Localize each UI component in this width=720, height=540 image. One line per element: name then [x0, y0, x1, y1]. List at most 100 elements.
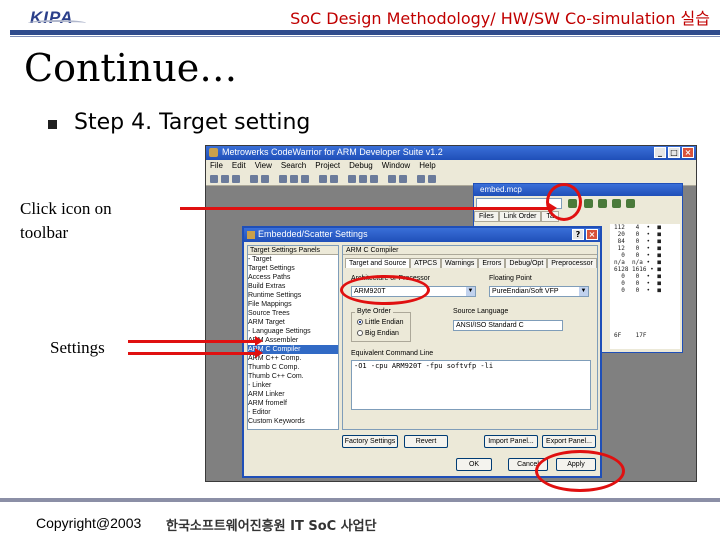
header-rule-thick [10, 30, 720, 35]
ok-button[interactable]: OK [456, 458, 492, 471]
maximize-icon[interactable]: □ [668, 147, 680, 158]
tree-item-arm-target[interactable]: ARM Target [248, 318, 338, 327]
project-status: 6F 17F [614, 332, 647, 339]
tree-item-thumb-cpp-compiler[interactable]: Thumb C++ Com. [248, 372, 338, 381]
close-icon[interactable]: × [586, 229, 598, 240]
byte-order-label: Byte Order [355, 308, 393, 315]
replace-icon[interactable] [330, 175, 338, 183]
export-panel-button[interactable]: Export Panel... [542, 435, 596, 448]
menu-help[interactable]: Help [419, 160, 435, 172]
tree-item-arm-fromelf[interactable]: ARM fromelf [248, 399, 338, 408]
sync-icon[interactable] [584, 199, 593, 208]
factory-settings-button[interactable]: Factory Settings [342, 435, 398, 448]
settings-note: Settings [50, 338, 105, 357]
chevron-down-icon: ▼ [579, 287, 588, 296]
settings-dialog-title: Embedded/Scatter Settings [258, 229, 368, 239]
tree-item-arm-linker[interactable]: ARM Linker [248, 390, 338, 399]
list-item[interactable]: n/a n/a • ■ [610, 259, 680, 266]
build-icon[interactable] [370, 175, 378, 183]
floating-point-select[interactable]: PureEndian/Soft VFP ▼ [489, 286, 589, 297]
list-item[interactable]: 112 4 • ■ [610, 224, 680, 231]
debug-project-icon[interactable] [626, 199, 635, 208]
source-language-select[interactable]: ANSI/ISO Standard C [453, 320, 563, 331]
list-icon[interactable] [428, 175, 436, 183]
tab-files[interactable]: Files [474, 211, 499, 222]
chevron-down-icon: ▼ [466, 287, 475, 296]
close-icon[interactable]: × [682, 147, 694, 158]
debug-icon[interactable] [388, 175, 396, 183]
project-window-title: embed.mcp [480, 185, 522, 194]
highlight-ring-apply [535, 450, 625, 492]
tab-errors[interactable]: Errors [478, 258, 506, 268]
compile-icon[interactable] [348, 175, 356, 183]
tree-item-custom-keywords[interactable]: Custom Keywords [248, 417, 338, 426]
menu-window[interactable]: Window [382, 160, 410, 172]
big-endian-label: Big Endian [365, 330, 399, 337]
make-project-icon[interactable] [612, 199, 621, 208]
menu-file[interactable]: File [210, 160, 223, 172]
undo-icon[interactable] [250, 175, 258, 183]
tree-item-file-mappings[interactable]: File Mappings [248, 300, 338, 309]
command-line-label: Equivalent Command Line [351, 350, 434, 357]
tree-item-build-extras[interactable]: Build Extras [248, 282, 338, 291]
tree-item-source-trees[interactable]: Source Trees [248, 309, 338, 318]
slide-title: Continue… [24, 46, 238, 90]
menu-project[interactable]: Project [315, 160, 340, 172]
tree-item-access-paths[interactable]: Access Paths [248, 273, 338, 282]
footer-rule [0, 498, 720, 502]
tree-item-target[interactable]: - Target [248, 255, 338, 264]
list-item[interactable]: 84 0 • ■ [610, 238, 680, 245]
tree-item-thumb-c-compiler[interactable]: Thumb C Comp. [248, 363, 338, 372]
open-icon[interactable] [221, 175, 229, 183]
tree-item-linker[interactable]: - Linker [248, 381, 338, 390]
bullet-text: Step 4. Target setting [74, 110, 311, 135]
help-icon[interactable]: ? [572, 229, 584, 240]
menu-edit[interactable]: Edit [232, 160, 246, 172]
bullet-square-icon [48, 120, 57, 129]
tree-item-language-settings[interactable]: - Language Settings [248, 327, 338, 336]
header-rule [0, 30, 720, 38]
redo-icon[interactable] [261, 175, 269, 183]
list-item[interactable]: 0 0 • ■ [610, 280, 680, 287]
list-item[interactable]: 0 0 • ■ [610, 252, 680, 259]
check-icon[interactable] [598, 199, 607, 208]
find-icon[interactable] [319, 175, 327, 183]
footer-copyright: Copyright@2003 [36, 515, 142, 531]
tab-target-and-source[interactable]: Target and Source [345, 258, 411, 268]
list-item[interactable]: 0 0 • ■ [610, 287, 680, 294]
tree-item-editor[interactable]: - Editor [248, 408, 338, 417]
little-endian-radio[interactable]: Little Endian [357, 319, 404, 326]
command-line-text[interactable]: -O1 -cpu ARM920T -fpu softvfp -li [351, 360, 591, 410]
revert-button[interactable]: Revert [404, 435, 448, 448]
list-item[interactable]: 6128 1616 • ■ [610, 266, 680, 273]
logo-swoosh [28, 20, 86, 26]
tab-link-order[interactable]: Link Order [498, 211, 542, 222]
minimize-icon[interactable]: _ [654, 147, 666, 158]
new-file-icon[interactable] [210, 175, 218, 183]
run-icon[interactable] [399, 175, 407, 183]
big-endian-radio[interactable]: Big Endian [357, 330, 399, 337]
import-panel-button[interactable]: Import Panel... [484, 435, 538, 448]
copy-icon[interactable] [290, 175, 298, 183]
cut-icon[interactable] [279, 175, 287, 183]
tab-preprocessor[interactable]: Preprocessor [547, 258, 597, 268]
list-item[interactable]: 20 0 • ■ [610, 231, 680, 238]
tab-debug-opt[interactable]: Debug/Opt [505, 258, 548, 268]
list-item[interactable]: 0 0 • ■ [610, 273, 680, 280]
make-icon[interactable] [359, 175, 367, 183]
settings-dialog: Embedded/Scatter Settings ? × Target Set… [242, 226, 602, 478]
paste-icon[interactable] [301, 175, 309, 183]
tab-warnings[interactable]: Warnings [441, 258, 479, 268]
list-item[interactable]: 12 0 • ■ [610, 245, 680, 252]
tab-atpcs[interactable]: ATPCS [410, 258, 442, 268]
codewarrior-screenshot: Metrowerks CodeWarrior for ARM Developer… [205, 145, 697, 482]
stop-icon[interactable] [417, 175, 425, 183]
menu-view[interactable]: View [255, 160, 272, 172]
tree-item-target-settings[interactable]: Target Settings [248, 264, 338, 273]
menu-debug[interactable]: Debug [349, 160, 373, 172]
save-icon[interactable] [232, 175, 240, 183]
floating-point-value: PureEndian/Soft VFP [492, 288, 559, 295]
menu-search[interactable]: Search [281, 160, 306, 172]
tree-item-runtime-settings[interactable]: Runtime Settings [248, 291, 338, 300]
dialog-app-icon [247, 231, 255, 239]
